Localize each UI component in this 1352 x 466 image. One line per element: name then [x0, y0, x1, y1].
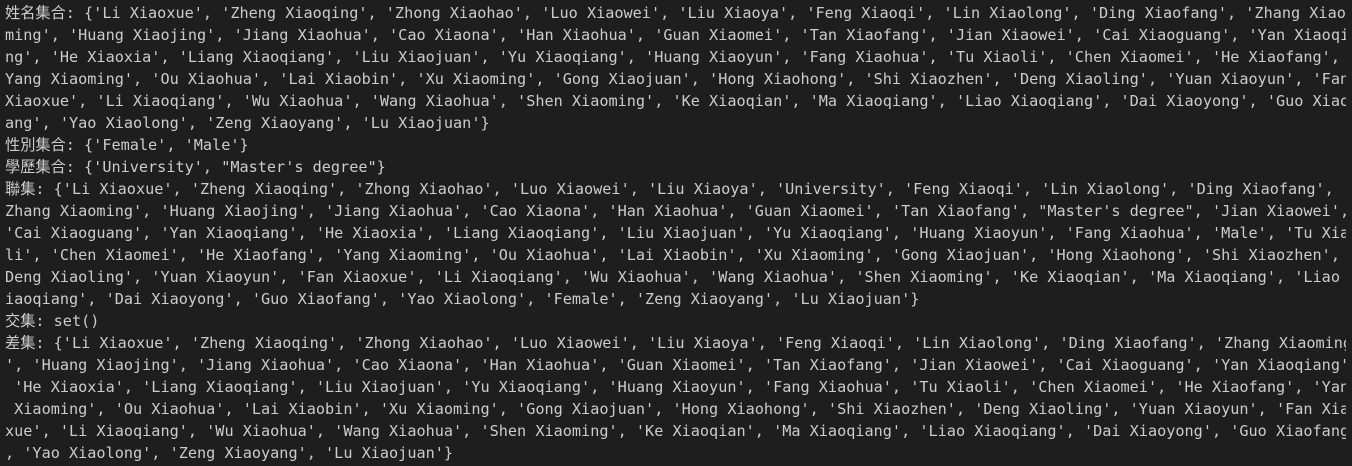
- output-line-education-set: 學歷集合: {'University', "Master's degree"}: [5, 158, 386, 176]
- output-line-intersection: 交集: set(): [5, 312, 100, 330]
- output-line-union-1: 聯集: {'Li Xiaoxue', 'Zheng Xiaoqing', 'Zh…: [5, 180, 1346, 198]
- output-line-difference-3: 'He Xiaoxia', 'Liang Xiaoqiang', 'Liu Xi…: [5, 378, 1346, 396]
- output-line-difference-5: xue', 'Li Xiaoqiang', 'Wu Xiaohua', 'Wan…: [5, 422, 1346, 440]
- output-line-gender-set: 性別集合: {'Female', 'Male'}: [5, 136, 249, 154]
- output-line-difference-1: 差集: {'Li Xiaoxue', 'Zheng Xiaoqing', 'Zh…: [5, 334, 1346, 352]
- output-line-union-5: Deng Xiaoling', 'Yuan Xiaoyun', 'Fan Xia…: [5, 268, 1346, 286]
- output-line-difference-2: ', 'Huang Xiaojing', 'Jiang Xiaohua', 'C…: [5, 356, 1346, 374]
- output-line-name-set-4: Yang Xiaoming', 'Ou Xiaohua', 'Lai Xiaob…: [5, 70, 1346, 88]
- output-line-union-3: 'Cai Xiaoguang', 'Yan Xiaoqiang', 'He Xi…: [5, 224, 1346, 242]
- output-line-difference-6: , 'Yao Xiaolong', 'Zeng Xiaoyang', 'Lu X…: [5, 444, 454, 462]
- output-line-name-set-6: ang', 'Yao Xiaolong', 'Zeng Xiaoyang', '…: [5, 114, 490, 132]
- output-line-name-set-5: Xiaoxue', 'Li Xiaoqiang', 'Wu Xiaohua', …: [5, 92, 1346, 110]
- output-line-name-set-3: ng', 'He Xiaoxia', 'Liang Xiaoqiang', 'L…: [5, 48, 1346, 66]
- output-line-union-2: Zhang Xiaoming', 'Huang Xiaojing', 'Jian…: [5, 202, 1346, 220]
- terminal-output[interactable]: 姓名集合: {'Li Xiaoxue', 'Zheng Xiaoqing', '…: [0, 0, 1352, 466]
- output-line-name-set-2: ming', 'Huang Xiaojing', 'Jiang Xiaohua'…: [5, 26, 1346, 44]
- output-line-difference-4: Xiaoming', 'Ou Xiaohua', 'Lai Xiaobin', …: [5, 400, 1346, 418]
- output-line-name-set-1: 姓名集合: {'Li Xiaoxue', 'Zheng Xiaoqing', '…: [5, 4, 1346, 22]
- output-line-union-4: li', 'Chen Xiaomei', 'He Xiaofang', 'Yan…: [5, 246, 1346, 264]
- output-line-union-6: iaoqiang', 'Dai Xiaoyong', 'Guo Xiaofang…: [5, 290, 920, 308]
